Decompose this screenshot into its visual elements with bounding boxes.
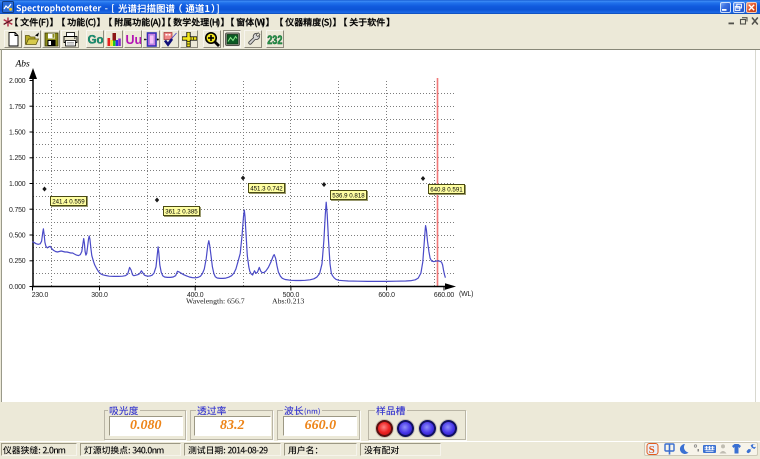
svg-text:Uu: Uu xyxy=(125,33,142,47)
svg-text:640.8 0.591: 640.8 0.591 xyxy=(430,186,463,193)
svg-text:S: S xyxy=(649,444,655,455)
svg-text:660.00: 660.00 xyxy=(434,292,454,299)
svg-text:230.0: 230.0 xyxy=(32,292,49,299)
svg-text:451.3 0.742: 451.3 0.742 xyxy=(250,185,283,192)
svg-text:0.250: 0.250 xyxy=(9,258,26,265)
svg-text:600.0: 600.0 xyxy=(378,292,395,299)
svg-text:241.4 0.559: 241.4 0.559 xyxy=(52,198,85,205)
svg-text:Go: Go xyxy=(87,35,102,47)
svg-text:Abs:0.213: Abs:0.213 xyxy=(272,297,304,306)
svg-text:1.750: 1.750 xyxy=(9,104,26,111)
svg-text:536.9 0.818: 536.9 0.818 xyxy=(332,192,365,199)
svg-text:1.500: 1.500 xyxy=(9,130,26,137)
svg-text:0.000: 0.000 xyxy=(9,284,26,291)
svg-text:232: 232 xyxy=(267,33,282,47)
svg-text:0.750: 0.750 xyxy=(9,207,26,214)
svg-text:Wavelength: 656.7: Wavelength: 656.7 xyxy=(186,297,245,306)
svg-text:Abs: Abs xyxy=(15,60,31,70)
svg-text:300.0: 300.0 xyxy=(91,292,108,299)
svg-text:1.000: 1.000 xyxy=(9,181,26,188)
svg-text:361.2 0.385: 361.2 0.385 xyxy=(165,208,198,215)
svg-text:1.250: 1.250 xyxy=(9,155,26,162)
svg-text:2.000: 2.000 xyxy=(9,78,26,85)
svg-text:0.500: 0.500 xyxy=(9,233,26,240)
svg-text:(WL): (WL) xyxy=(459,291,473,298)
